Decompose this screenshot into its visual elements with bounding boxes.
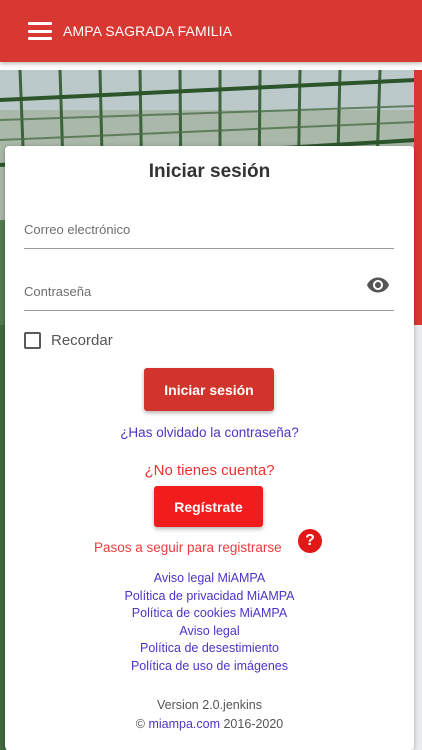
copyright-years: 2016-2020 (223, 717, 284, 731)
password-input[interactable] (24, 274, 394, 308)
registration-steps-row: Pasos a seguir para registrarse ? (5, 529, 414, 555)
login-title: Iniciar sesión (148, 161, 271, 182)
version-text: Version 2.0.jenkins (157, 698, 262, 712)
app-bar: AMPA SAGRADA FAMILIA (0, 0, 422, 62)
email-input[interactable] (24, 212, 394, 246)
email-field (24, 209, 394, 249)
help-icon[interactable]: ? (298, 529, 322, 553)
eye-icon[interactable] (366, 273, 390, 297)
registration-steps-link[interactable]: Pasos a seguir para registrarse (94, 540, 282, 555)
app-title: AMPA SAGRADA FAMILIA (63, 23, 233, 39)
password-field (24, 271, 394, 311)
remember-checkbox[interactable] (24, 332, 41, 349)
site-link[interactable]: miampa.com (148, 717, 220, 731)
no-account-text: ¿No tienes cuenta? (144, 462, 275, 479)
copyright: © miampa.com 2016-2020 (5, 717, 414, 731)
login-button[interactable]: Iniciar sesión (144, 368, 274, 411)
register-button[interactable]: Regístrate (154, 486, 263, 527)
login-card: Iniciar sesión Recordar Iniciar sesión ¿… (5, 146, 414, 750)
cookies-policy-miampa-link[interactable]: Política de cookies MiAMPA (5, 605, 414, 623)
forgot-password-link[interactable]: ¿Has olvidado la contraseña? (5, 425, 414, 440)
remember-me[interactable]: Recordar (24, 332, 113, 349)
remember-label: Recordar (51, 332, 113, 349)
legal-notice-link[interactable]: Aviso legal (5, 623, 414, 641)
copyright-symbol: © (135, 717, 145, 731)
legal-links: Aviso legal MiAMPA Política de privacida… (5, 570, 414, 675)
image-use-policy-link[interactable]: Política de uso de imágenes (5, 658, 414, 676)
legal-notice-miampa-link[interactable]: Aviso legal MiAMPA (5, 570, 414, 588)
background-strip-right (414, 325, 422, 750)
hero-edge (414, 70, 422, 325)
withdrawal-policy-link[interactable]: Política de desestimiento (5, 640, 414, 658)
hamburger-menu-icon[interactable] (28, 22, 52, 40)
privacy-policy-miampa-link[interactable]: Política de privacidad MiAMPA (5, 588, 414, 606)
